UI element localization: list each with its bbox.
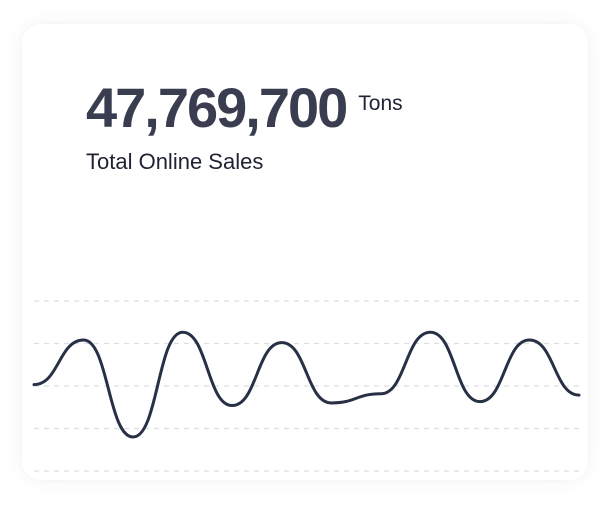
series-line <box>32 330 581 439</box>
chart-series <box>32 330 581 439</box>
sales-line-chart <box>32 300 581 472</box>
